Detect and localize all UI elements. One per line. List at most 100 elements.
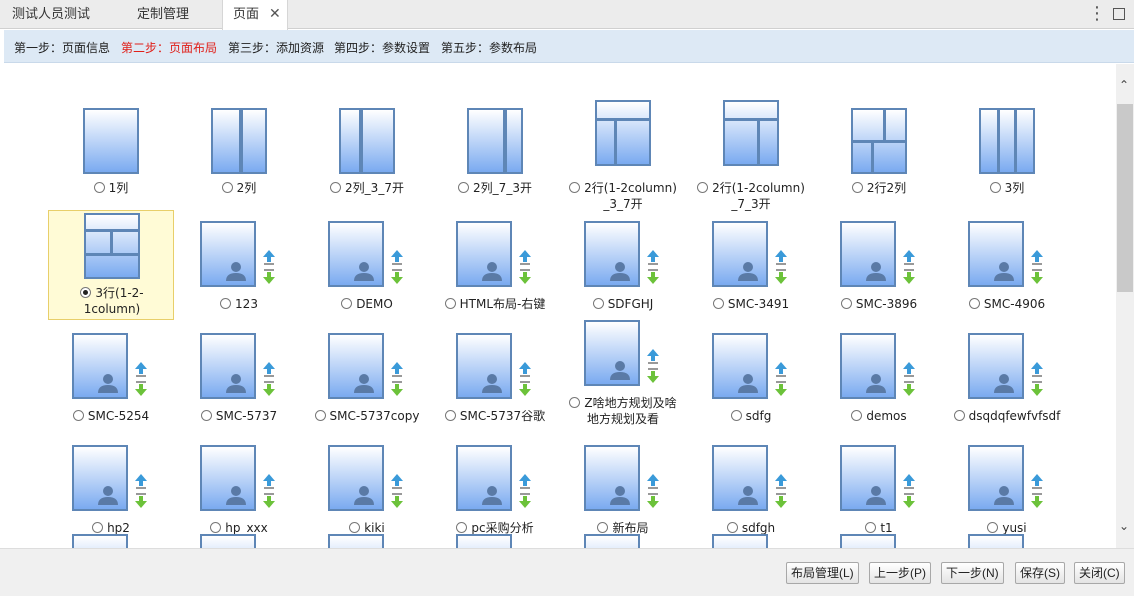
layout-radio[interactable] <box>840 298 852 309</box>
layout-radio[interactable] <box>444 410 456 421</box>
layout-radio[interactable] <box>72 410 84 421</box>
layout-option-label[interactable]: SMC-5737copy <box>304 408 430 424</box>
move-up-icon[interactable] <box>646 249 660 265</box>
layout-option[interactable]: pc采购分析 <box>432 434 558 544</box>
layout-option-label[interactable]: SMC-5254 <box>48 408 174 424</box>
layout-option-label[interactable]: 2行(1-2column) _3_7开 <box>560 180 686 212</box>
layout-option[interactable]: kiki <box>304 434 430 544</box>
move-down-icon[interactable] <box>390 269 404 285</box>
layout-radio[interactable] <box>444 298 456 309</box>
move-down-icon[interactable] <box>518 269 532 285</box>
layout-option[interactable]: SMC-5737 <box>176 322 302 432</box>
layout-radio[interactable] <box>92 522 104 533</box>
layout-option[interactable]: demos <box>816 322 942 432</box>
tab-custom-management[interactable]: 定制管理 <box>137 0 189 29</box>
layout-option[interactable]: 3列 <box>944 64 1070 195</box>
layout-option[interactable]: 1列 <box>48 64 174 195</box>
scroll-up-icon[interactable]: ⌃ <box>1119 78 1129 92</box>
layout-radio[interactable] <box>341 298 353 309</box>
layout-option[interactable]: SMC-5737copy <box>304 322 430 432</box>
layout-radio[interactable] <box>330 182 342 193</box>
maximize-icon[interactable] <box>1113 8 1125 20</box>
move-up-icon[interactable] <box>646 348 660 364</box>
move-down-icon[interactable] <box>1030 269 1044 285</box>
move-up-icon[interactable] <box>1030 361 1044 377</box>
layout-radio[interactable] <box>458 182 470 193</box>
layout-option[interactable]: SMC-4906 <box>944 210 1070 320</box>
layout-option-label[interactable]: demos <box>816 408 942 424</box>
layout-radio[interactable] <box>597 522 609 533</box>
layout-radio[interactable] <box>592 298 604 309</box>
move-down-icon[interactable] <box>774 493 788 509</box>
move-up-icon[interactable] <box>646 473 660 489</box>
layout-option[interactable]: t1 <box>816 434 942 544</box>
layout-option[interactable]: 2行(1-2column) _3_7开 <box>560 64 686 211</box>
layout-option-label[interactable]: Z啥地方规划及啥 地方规划及看 <box>560 395 686 427</box>
layout-option-label[interactable]: 2行(1-2column) _7_3开 <box>688 180 814 212</box>
move-up-icon[interactable] <box>1030 249 1044 265</box>
layout-option-label[interactable]: HTML布局-右键 <box>432 296 558 312</box>
tab-test-personnel[interactable]: 测试人员测试 <box>12 0 90 29</box>
move-up-icon[interactable] <box>134 473 148 489</box>
layout-option-label[interactable]: dsqdqfewfvfsdf <box>944 408 1070 424</box>
vertical-scrollbar[interactable]: ⌃ ⌄ <box>1116 64 1134 548</box>
move-up-icon[interactable] <box>262 361 276 377</box>
layout-radio[interactable] <box>851 410 863 421</box>
layout-radio[interactable] <box>210 522 222 533</box>
previous-step-button[interactable]: 上一步(P) <box>869 562 931 584</box>
move-down-icon[interactable] <box>518 493 532 509</box>
layout-radio[interactable] <box>726 522 738 533</box>
move-down-icon[interactable] <box>902 493 916 509</box>
layout-option[interactable]: SMC-3896 <box>816 210 942 320</box>
move-up-icon[interactable] <box>134 361 148 377</box>
move-down-icon[interactable] <box>646 368 660 384</box>
layout-option[interactable]: 新布局 <box>560 434 686 544</box>
move-up-icon[interactable] <box>518 361 532 377</box>
layout-option-label[interactable]: 3列 <box>944 180 1070 196</box>
move-down-icon[interactable] <box>774 269 788 285</box>
move-up-icon[interactable] <box>902 361 916 377</box>
layout-option[interactable]: hp_xxx <box>176 434 302 544</box>
move-down-icon[interactable] <box>134 493 148 509</box>
layout-option-label[interactable]: 2列 <box>176 180 302 196</box>
move-up-icon[interactable] <box>518 249 532 265</box>
layout-option[interactable]: yusi <box>944 434 1070 544</box>
layout-radio[interactable] <box>987 522 999 533</box>
move-down-icon[interactable] <box>1030 381 1044 397</box>
layout-option-label[interactable]: 3行(1-2- 1column) <box>49 285 175 317</box>
layout-option-label[interactable]: SMC-4906 <box>944 296 1070 312</box>
layout-option-label[interactable]: DEMO <box>304 296 430 312</box>
layout-option[interactable]: 123 <box>176 210 302 320</box>
move-down-icon[interactable] <box>774 381 788 397</box>
save-button[interactable]: 保存(S) <box>1015 562 1065 584</box>
layout-radio[interactable] <box>569 182 581 193</box>
layout-option-label[interactable]: 2列_3_7开 <box>304 180 430 196</box>
move-up-icon[interactable] <box>1030 473 1044 489</box>
layout-radio[interactable] <box>349 522 361 533</box>
layout-option[interactable]: HTML布局-右键 <box>432 210 558 320</box>
layout-radio[interactable] <box>221 182 233 193</box>
tab-page[interactable]: 页面 ✕ <box>222 0 288 30</box>
layout-radio[interactable] <box>712 298 724 309</box>
layout-option-label[interactable]: 123 <box>176 296 302 312</box>
layout-radio[interactable] <box>968 298 980 309</box>
move-down-icon[interactable] <box>262 269 276 285</box>
move-down-icon[interactable] <box>390 381 404 397</box>
more-menu-icon[interactable]: ⋮ <box>1088 4 1106 24</box>
move-up-icon[interactable] <box>262 249 276 265</box>
layout-option-label[interactable]: 1列 <box>48 180 174 196</box>
layout-option-label[interactable]: SMC-3491 <box>688 296 814 312</box>
layout-option[interactable]: 2列_3_7开 <box>304 64 430 195</box>
layout-option[interactable]: sdfgh <box>688 434 814 544</box>
layout-option[interactable]: DEMO <box>304 210 430 320</box>
close-button[interactable]: 关闭(C) <box>1074 562 1125 584</box>
layout-option[interactable]: sdfg <box>688 322 814 432</box>
move-up-icon[interactable] <box>774 361 788 377</box>
move-up-icon[interactable] <box>774 473 788 489</box>
layout-option-label[interactable]: SMC-5737谷歌 <box>432 408 558 424</box>
move-up-icon[interactable] <box>390 249 404 265</box>
layout-radio[interactable] <box>697 182 709 193</box>
layout-option[interactable]: SMC-5737谷歌 <box>432 322 558 432</box>
move-down-icon[interactable] <box>390 493 404 509</box>
layout-option[interactable]: SMC-5254 <box>48 322 174 432</box>
